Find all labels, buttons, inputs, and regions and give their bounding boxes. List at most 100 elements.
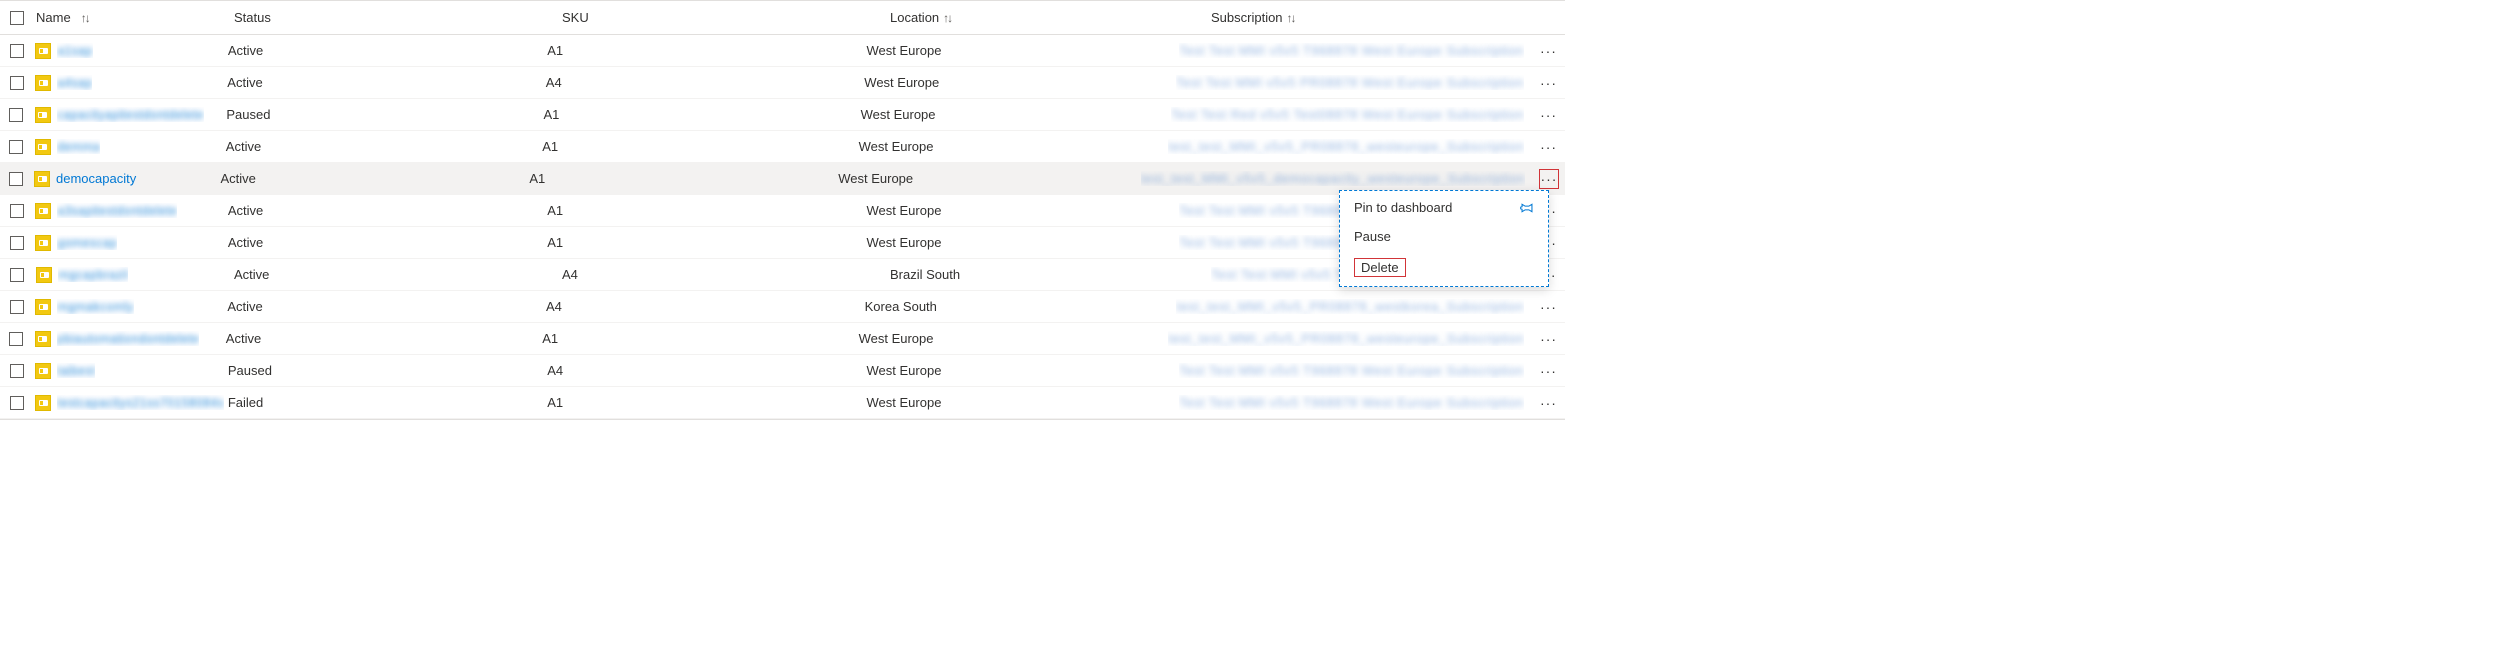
resource-name-link[interactable]: capacityapitestdontdelete [57,107,204,122]
more-actions-button[interactable]: ··· [1539,169,1559,189]
resource-icon [36,267,52,283]
row-checkbox[interactable] [10,300,24,314]
table-row[interactable]: capacityapitestdontdeletePausedA1West Eu… [0,99,1565,131]
row-subscription-cell: Test Test Red v5v5 Test08878 West Europe… [1171,107,1532,122]
more-actions-button[interactable]: ··· [1539,329,1559,349]
table-row[interactable]: a1sap ActiveA1West EuropeTest Test MMI v5… [0,35,1565,67]
table-row[interactable]: a3sapitestdontdeleteActiveA1West EuropeT… [0,195,1565,227]
resource-name-link[interactable]: a3sapitestdontdelete [57,203,177,218]
table-row[interactable]: mgmakcomlyActiveA4Korea Southtest_test_M… [0,291,1565,323]
table-row[interactable]: demmaActiveA1West Europetest_test_MMI_v5… [0,131,1565,163]
row-actions-cell: ··· [1533,169,1565,189]
more-actions-button[interactable]: ··· [1538,361,1558,381]
menu-item-pin[interactable]: Pin to dashboard [1340,193,1548,222]
resource-name-link[interactable]: taibest [57,363,95,378]
more-actions-button[interactable]: ··· [1538,297,1558,317]
menu-item-pause-label: Pause [1354,229,1391,244]
row-checkbox[interactable] [9,140,23,154]
row-actions-cell: ··· [1532,329,1565,349]
row-checkbox[interactable] [10,396,24,410]
table-row[interactable]: mgcapbrazilActiveA4Brazil SouthTest Test… [0,259,1565,291]
row-checkbox[interactable] [10,76,24,90]
resource-icon [35,75,51,91]
row-checkbox-cell [0,236,33,250]
row-subscription-cell: Test Test MMI v5v5 T968878 West Europe S… [1179,395,1532,410]
column-header-status[interactable]: Status [234,10,562,25]
select-all-checkbox[interactable] [10,11,24,25]
resource-name-link[interactable]: a4sap [57,75,92,90]
more-actions-button[interactable]: ··· [1539,137,1559,157]
row-name-cell: capacityapitestdontdelete [33,107,226,123]
row-location-cell: West Europe [867,43,1180,58]
table-row[interactable]: pbiautomationdontdeleteActiveA1West Euro… [0,323,1565,355]
row-location-cell: West Europe [867,363,1180,378]
resource-name-link[interactable]: testcapacitys21ss70158084s [57,395,224,410]
menu-item-pause[interactable]: Pause [1340,222,1548,251]
row-location-cell: Korea South [865,299,1177,314]
resource-icon [35,299,51,315]
row-sku-cell: A1 [547,43,866,58]
table-row[interactable]: testcapacitys21ss70158084sFailedA1West E… [0,387,1565,419]
row-checkbox-cell [0,300,33,314]
row-name-cell: democapacity [32,171,220,187]
table-row[interactable]: democapacityActiveA1West Europetest_test… [0,163,1565,195]
row-status-cell: Active [228,43,547,58]
row-subscription-cell: Test Test MMI v5v5 T968878 West Europe S… [1179,43,1532,58]
row-status-cell: Active [227,299,546,314]
table-row[interactable]: gomescapActiveA1West EuropeTest Test MMI… [0,227,1565,259]
resource-name-link[interactable]: mgcapbrazil [58,267,128,282]
row-location-cell: West Europe [864,75,1176,90]
row-actions-cell: ··· [1532,73,1565,93]
resource-name-link[interactable]: a1sap [57,43,92,58]
row-sku-cell: A1 [547,203,866,218]
row-checkbox[interactable] [10,236,24,250]
menu-item-pin-label: Pin to dashboard [1354,200,1452,215]
resource-name-link[interactable]: pbiautomationdontdelete [57,331,199,346]
menu-item-delete-label: Delete [1354,258,1406,277]
more-actions-button[interactable]: ··· [1539,73,1559,93]
row-subscription-cell: Test Test MMI v5v5 T968878 West Europe S… [1179,363,1532,378]
resource-icon [34,171,50,187]
resource-name-link[interactable]: mgmakcomly [57,299,134,314]
row-checkbox-cell [0,396,33,410]
row-checkbox[interactable] [10,44,24,58]
row-status-cell: Active [234,267,562,282]
row-checkbox[interactable] [10,268,24,282]
row-name-cell: gomescap [33,235,228,251]
row-status-cell: Active [226,139,542,154]
row-status-cell: Active [228,203,547,218]
row-name-cell: a3sapitestdontdelete [33,203,228,219]
subscription-text: test_test_MMI_v5v5_PR08878_westeurope_Su… [1168,139,1524,154]
row-location-cell: West Europe [859,139,1169,154]
table-row[interactable]: a4sapActiveA4West EuropeTest Test MMI v5… [0,67,1565,99]
more-actions-button[interactable]: ··· [1538,41,1558,61]
row-checkbox[interactable] [10,364,24,378]
resource-name-link[interactable]: demma [57,139,100,154]
column-header-subscription[interactable]: Subscription ↑↓ [1211,10,1531,25]
row-name-cell: taibest [33,363,228,379]
menu-item-delete[interactable]: Delete [1340,251,1548,284]
row-checkbox[interactable] [9,332,23,346]
row-sku-cell: A4 [546,299,865,314]
resource-name-link[interactable]: democapacity [56,171,136,186]
table-row[interactable]: taibestPausedA4West EuropeTest Test MMI … [0,355,1565,387]
row-checkbox[interactable] [9,108,23,122]
row-checkbox[interactable] [10,204,24,218]
pin-icon [1520,201,1534,215]
more-actions-button[interactable]: ··· [1538,393,1558,413]
column-header-name[interactable]: Name ↑↓ [34,10,234,25]
column-header-sku-label: SKU [562,10,589,25]
column-header-location[interactable]: Location ↑↓ [890,10,1211,25]
row-location-cell: West Europe [867,395,1180,410]
subscription-text: test_test_MMI_v5v5_democapacity_westeuro… [1141,171,1525,186]
row-location-cell: West Europe [859,331,1169,346]
row-actions-cell: ··· [1532,361,1565,381]
row-subscription-cell: test_test_MMI_v5v5_PR08878_westeurope_Su… [1168,331,1532,346]
more-actions-button[interactable]: ··· [1539,105,1559,125]
column-header-status-label: Status [234,10,271,25]
resource-name-link[interactable]: gomescap [57,235,117,250]
row-name-cell: mgmakcomly [33,299,227,315]
column-header-sku[interactable]: SKU [562,10,890,25]
row-sku-cell: A4 [546,75,865,90]
row-checkbox[interactable] [9,172,23,186]
